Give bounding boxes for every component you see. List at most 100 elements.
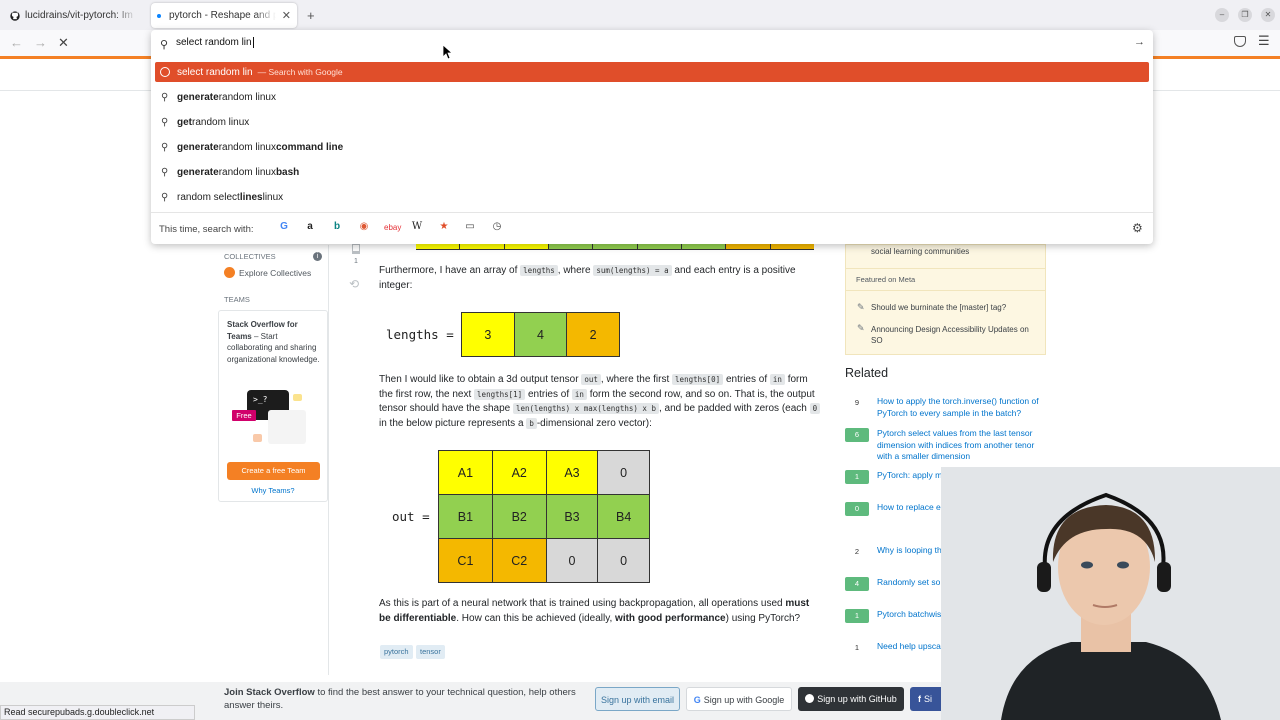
stop-loading-icon[interactable]: ✕ (58, 35, 69, 51)
paragraph-lengths: Furthermore, I have an array of lengths,… (379, 265, 796, 291)
dropdown-divider (151, 212, 1153, 213)
paragraph-differentiable: As this is part of a neural network that… (379, 598, 810, 624)
suggestion-item[interactable]: ⚲ get random linux (161, 112, 1149, 132)
related-score: 4 (845, 577, 869, 591)
signup-google-button[interactable]: G Sign up with Google (686, 687, 792, 711)
tag-tensor[interactable]: tensor (416, 645, 445, 659)
minimize-button[interactable]: – (1215, 8, 1229, 22)
webcam-person-image (941, 467, 1280, 720)
out-table: A1 A2 A3 0 B1 B2 B3 B4 C1 C2 0 0 (438, 450, 650, 583)
address-input[interactable]: select random lin (176, 37, 254, 48)
meta-item[interactable]: Should we burninate the [master] tag? (871, 303, 1006, 312)
related-question-link[interactable]: Pytorch select values from the last tens… (877, 428, 1047, 463)
meta-item[interactable]: social learning communities (871, 247, 969, 256)
create-free-team-button[interactable]: Create a free Team (227, 462, 320, 480)
search-icon: ⚲ (161, 166, 169, 178)
bing-engine-icon[interactable]: b (330, 221, 344, 232)
teams-description: Stack Overflow for Teams – Start collabo… (227, 319, 321, 365)
related-score: 6 (845, 428, 869, 442)
banner-bold: Join Stack Overflow (224, 687, 315, 698)
collectives-label: COLLECTIVES (224, 252, 276, 261)
meta-item[interactable]: Announcing Design Accessibility Updates … (871, 324, 1041, 346)
ebay-engine-icon[interactable]: ebay (384, 223, 401, 232)
out-cell: B2 (491, 494, 547, 539)
banner-text: Join Stack Overflow to find the best ans… (224, 686, 584, 712)
tab-title: lucidrains/vit-pytorch: Im (25, 10, 133, 21)
search-with-label: This time, search with: (159, 224, 254, 235)
signup-github-button[interactable]: Sign up with GitHub (798, 687, 904, 711)
out-label: out = (392, 509, 430, 524)
teams-label: TEAMS (224, 295, 250, 304)
menu-icon[interactable]: ☰ (1258, 33, 1270, 49)
meta-divider (845, 268, 1046, 269)
out-cell: B3 (545, 494, 599, 539)
tab-title: pytorch - Reshape and pa (169, 10, 276, 21)
history-icon[interactable]: ⟲ (349, 277, 359, 291)
search-icon: ⚲ (161, 191, 169, 203)
related-score: 0 (845, 502, 869, 516)
chat-bubble-icon (293, 394, 302, 401)
address-input-value: select random lin (176, 37, 252, 48)
out-cell: 0 (597, 450, 650, 495)
explore-collectives-label: Explore Collectives (239, 267, 312, 278)
out-cell: 0 (597, 538, 650, 583)
tag-pytorch[interactable]: pytorch (380, 645, 413, 659)
bookmark-count: 1 (354, 258, 358, 265)
restore-button[interactable]: ❐ (1238, 8, 1252, 22)
new-tab-button[interactable]: + (307, 8, 315, 23)
close-icon[interactable]: ✕ (282, 9, 291, 22)
pencil-icon: ✎ (857, 302, 865, 312)
why-teams-link[interactable]: Why Teams? (218, 486, 328, 495)
suggestion-item[interactable]: ⚲ generate random linux command line (161, 137, 1149, 157)
search-icon: ⚲ (161, 116, 169, 128)
wikipedia-engine-icon[interactable]: W (410, 221, 424, 232)
out-cell: A1 (438, 450, 493, 495)
free-badge: Free (232, 410, 256, 421)
lengths-cell: 3 (461, 312, 515, 357)
google-icon (160, 67, 170, 77)
google-icon: G (693, 695, 701, 705)
out-cell: C2 (491, 538, 547, 583)
out-cell: B1 (438, 494, 493, 539)
window-close-button[interactable]: ✕ (1261, 8, 1275, 22)
google-engine-icon[interactable]: G (277, 221, 291, 232)
checklist-icon (268, 410, 306, 444)
related-heading: Related (845, 366, 889, 380)
suggestion-item[interactable]: ⚲ random select lines linux (161, 187, 1149, 207)
gear-icon[interactable]: ⚙ (1132, 221, 1143, 235)
status-bar: Read securepubads.g.doubleclick.net (0, 705, 195, 720)
related-score: 9 (854, 398, 860, 407)
amazon-engine-icon[interactable]: a (303, 221, 317, 232)
go-arrow-icon[interactable]: → (1134, 36, 1145, 48)
lengths-cell: 4 (513, 312, 568, 357)
tab-bar: lucidrains/vit-pytorch: Im pytorch - Res… (0, 0, 1280, 30)
duckduckgo-engine-icon[interactable]: ◉ (357, 221, 371, 232)
tab-pytorch-reshape[interactable]: pytorch - Reshape and pa ✕ (151, 3, 297, 28)
related-question-link[interactable]: How to apply the torch.inverse() functio… (877, 396, 1047, 419)
forward-arrow-icon[interactable]: → (34, 35, 47, 50)
out-cell: 0 (545, 538, 599, 583)
history-clock-icon[interactable]: ◷ (490, 221, 504, 232)
signup-email-button[interactable]: Sign up with email (595, 687, 680, 711)
paragraph-output-tensor: Then I would like to obtain a 3d output … (379, 373, 824, 431)
tab-vit-pytorch[interactable]: lucidrains/vit-pytorch: Im (4, 3, 150, 28)
out-cell: B4 (597, 494, 650, 539)
facebook-icon: f (918, 694, 921, 704)
lengths-label: lengths = (386, 327, 454, 342)
pencil-icon: ✎ (857, 323, 865, 333)
suggestion-item[interactable]: ⚲ generate random linux bash (161, 162, 1149, 182)
suggestion-highlighted[interactable]: select random lin — Search with Google (155, 62, 1149, 82)
related-score: 1 (845, 470, 869, 484)
bookmarks-star-icon[interactable]: ★ (437, 221, 451, 232)
github-icon (10, 10, 20, 21)
info-icon[interactable]: i (313, 252, 322, 261)
tabs-icon[interactable]: ▭ (463, 221, 477, 232)
search-icon: ⚲ (161, 91, 169, 103)
related-score: 1 (854, 643, 860, 652)
explore-collectives-link[interactable]: Explore Collectives (224, 267, 311, 278)
bookmark-icon[interactable] (352, 244, 360, 254)
teams-illustration: >_? Free (232, 388, 307, 448)
out-cell: C1 (438, 538, 493, 583)
suggestion-item[interactable]: ⚲ generate random linux (161, 87, 1149, 107)
back-arrow-icon[interactable]: ← (10, 35, 23, 50)
